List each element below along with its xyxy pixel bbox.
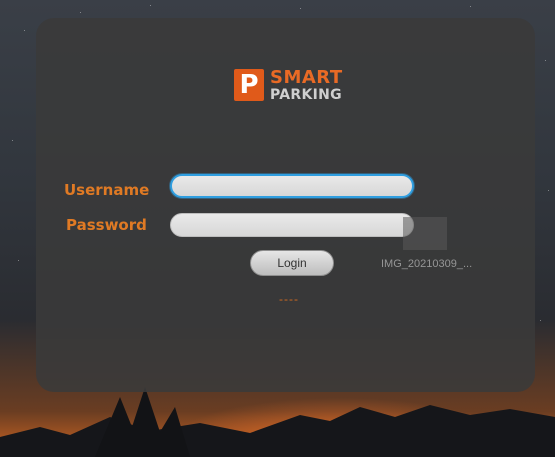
parking-p-icon: P [234,69,264,101]
mountain-silhouette [0,387,555,457]
password-input[interactable] [171,214,413,236]
username-label: Username [64,181,150,199]
logo-title: SMART [270,66,343,88]
logo-subtitle: PARKING [270,86,342,103]
desktop-file-icon[interactable] [403,217,447,250]
status-message: ---- [279,292,299,306]
username-input[interactable] [172,176,412,196]
login-button[interactable]: Login [250,250,334,276]
password-field-wrapper[interactable] [170,213,414,237]
password-label: Password [66,216,147,234]
smart-parking-logo: P SMART PARKING [234,68,343,102]
username-field-wrapper[interactable] [170,174,414,198]
desktop-file-label[interactable]: IMG_20210309_... [381,258,472,270]
